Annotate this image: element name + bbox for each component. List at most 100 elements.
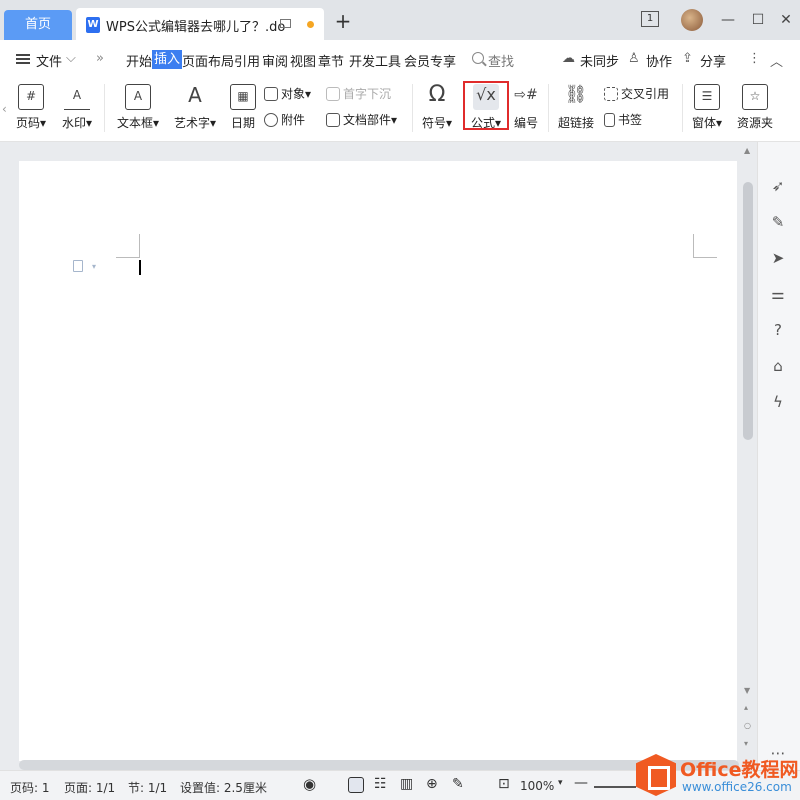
backup-icon[interactable]: ⌂ [769, 357, 787, 375]
tab-chapter[interactable]: 章节 [318, 51, 344, 70]
pointer-icon[interactable]: ➤ [769, 249, 787, 267]
new-tab-button[interactable]: + [334, 12, 352, 30]
chevron-down-icon[interactable]: ▾ [558, 778, 563, 788]
hyperlink-button[interactable]: ⛓ 超链接 [556, 84, 596, 131]
cross-ref-button[interactable]: 交叉引用 [604, 85, 669, 102]
search-input[interactable]: 查找 [488, 51, 514, 70]
object-button[interactable]: 对象▾ [264, 85, 311, 102]
watermark-url: www.office26.com [682, 780, 792, 794]
ribbon-scroll-left-icon[interactable]: ‹ [2, 102, 7, 116]
zoom-level[interactable]: 100% [520, 779, 554, 793]
user-icon: ♙ [628, 51, 640, 66]
status-setting[interactable]: 设置值: 2.5厘米 [180, 779, 267, 796]
zoom-slider[interactable] [594, 786, 636, 788]
highlight-box [463, 81, 509, 130]
write-mode-icon[interactable]: ✎ [452, 776, 464, 792]
page-number-icon: # [18, 84, 44, 110]
status-pages[interactable]: 页面: 1/1 [64, 779, 115, 796]
wordart-button[interactable]: A 艺术字▾ [170, 84, 220, 131]
watermark-button[interactable]: A 水印▾ [58, 84, 96, 131]
attachment-button[interactable]: 附件 [264, 111, 305, 128]
more-icon[interactable]: » [96, 51, 104, 66]
watermark-icon: A [64, 84, 90, 110]
bookmark-button[interactable]: 书签 [604, 111, 642, 128]
tab-page-layout[interactable]: 页面布局 [182, 51, 234, 70]
more-options-icon[interactable]: ⋮ [748, 51, 761, 66]
tab-developer[interactable]: 开发工具 [349, 51, 401, 70]
scroll-down-icon[interactable]: ▼ [744, 686, 750, 695]
watermark-title: Office教程网 [680, 755, 799, 782]
numbering-button[interactable]: ⇨# 编号 [512, 84, 540, 131]
cross-ref-icon [604, 87, 618, 101]
eye-icon[interactable]: ◉ [303, 775, 316, 793]
wordart-icon: A [182, 84, 208, 110]
horizontal-scrollbar[interactable] [19, 760, 739, 770]
chevron-down-icon[interactable]: ⌵ [66, 51, 76, 66]
next-page-icon[interactable]: ▾ [744, 739, 748, 748]
pen-icon[interactable]: ✎ [769, 213, 787, 231]
omega-icon: Ω [424, 84, 450, 110]
minimize-button[interactable]: — [718, 10, 738, 30]
help-icon[interactable]: ? [769, 321, 787, 339]
calendar-icon: ▦ [230, 84, 256, 110]
lightning-icon[interactable]: ϟ [769, 393, 787, 411]
sync-button[interactable]: 未同步 [580, 51, 619, 70]
margin-corner-top-left [116, 234, 140, 258]
paragraph-icon[interactable] [73, 260, 83, 272]
doc-parts-icon [326, 113, 340, 127]
status-section[interactable]: 节: 1/1 [128, 779, 167, 796]
window-form-button[interactable]: ☰ 窗体▾ [688, 84, 726, 131]
search-icon[interactable] [472, 52, 484, 64]
status-page-number[interactable]: 页码: 1 [10, 779, 50, 796]
chevron-down-icon[interactable]: ▾ [92, 262, 96, 271]
margin-corner-top-right [693, 234, 717, 258]
dropcap-icon [326, 87, 340, 101]
text-cursor [139, 260, 141, 275]
avatar[interactable] [681, 9, 703, 31]
tab-references[interactable]: 引用 [234, 51, 260, 70]
page-view-icon[interactable] [348, 777, 364, 793]
tab-insert[interactable]: 插入 [152, 50, 182, 69]
select-browse-icon[interactable]: ○ [744, 721, 751, 730]
hamburger-icon[interactable] [16, 54, 30, 64]
close-button[interactable]: ✕ [776, 10, 796, 30]
tab-review[interactable]: 审阅 [262, 51, 288, 70]
bookmark-icon [604, 113, 615, 127]
fit-icon[interactable]: ⊡ [498, 776, 510, 792]
sliders-icon[interactable]: ⚌ [769, 285, 787, 303]
doc-parts-button[interactable]: 文档部件▾ [326, 111, 397, 128]
tab-start[interactable]: 开始 [126, 51, 152, 70]
scrollbar-thumb[interactable] [743, 182, 753, 440]
dropcap-button[interactable]: 首字下沉 [326, 85, 391, 102]
resources-button[interactable]: ☆ 资源夹 [734, 84, 776, 131]
maximize-button[interactable]: ☐ [748, 10, 768, 30]
paperclip-icon [264, 113, 278, 127]
rocket-icon[interactable]: ➶ [769, 177, 787, 195]
symbol-button[interactable]: Ω 符号▾ [420, 84, 454, 131]
share-button[interactable]: 分享 [700, 51, 726, 70]
document-tab[interactable]: W WPS公式编辑器去哪儿了？.docx [76, 8, 324, 40]
collab-button[interactable]: 协作 [646, 51, 672, 70]
window-count-icon[interactable]: 1 [641, 11, 659, 27]
date-button[interactable]: ▦ 日期 [228, 84, 258, 131]
document-title: WPS公式编辑器去哪儿了？.docx [106, 16, 286, 35]
home-tab[interactable]: 首页 [4, 10, 72, 40]
tab-member[interactable]: 会员专享 [404, 51, 456, 70]
reading-view-icon[interactable]: ▥ [400, 776, 413, 792]
form-icon: ☰ [694, 84, 720, 110]
site-watermark: Office教程网 www.office26.com [636, 752, 800, 800]
outline-view-icon[interactable]: ☷ [374, 776, 387, 792]
file-menu[interactable]: 文件 [36, 51, 62, 70]
textbox-icon: A [125, 84, 151, 110]
resources-icon: ☆ [742, 84, 768, 110]
zoom-out-icon[interactable]: — [574, 775, 588, 791]
page-number-button[interactable]: # 页码▾ [14, 84, 48, 131]
tab-view[interactable]: 视图 [290, 51, 316, 70]
office-logo-icon [636, 754, 676, 796]
scroll-up-icon[interactable]: ▲ [744, 146, 750, 155]
web-view-icon[interactable]: ⊕ [426, 776, 438, 792]
collapse-ribbon-icon[interactable]: ︿ [770, 51, 783, 70]
prev-page-icon[interactable]: ▴ [744, 703, 748, 712]
textbox-button[interactable]: A 文本框▾ [114, 84, 162, 131]
monitor-icon[interactable] [280, 19, 291, 28]
